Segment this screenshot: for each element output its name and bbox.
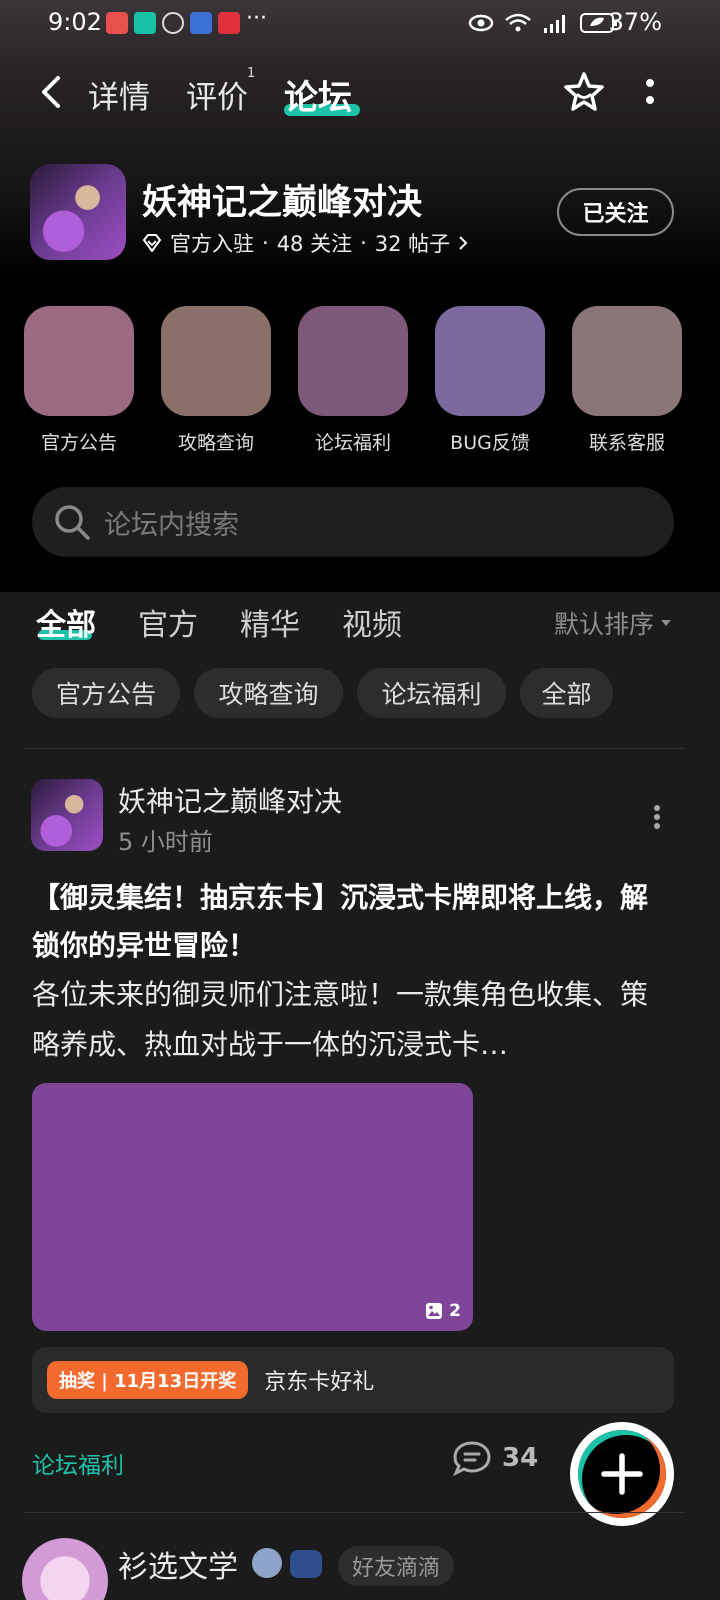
next-post-tag: 好友滴滴 — [338, 1546, 455, 1586]
shortcut-announcements[interactable]: 官方公告 — [24, 306, 134, 455]
filter-tab-official[interactable]: 官方 — [138, 600, 198, 644]
create-post-button[interactable] — [570, 1422, 674, 1526]
lottery-tag: 抽奖 | 11月13日开奖 — [47, 1361, 249, 1399]
game-title: 妖神记之巅峰对决 — [142, 183, 423, 223]
next-post-author[interactable]: 衫选文学 — [118, 1542, 238, 1586]
image-icon — [426, 1303, 443, 1319]
shortcut-label: 官方公告 — [40, 432, 117, 454]
post-author[interactable]: 妖神记之巅峰对决 — [118, 780, 342, 820]
level-badge-icon — [252, 1548, 282, 1578]
favorite-star-icon[interactable] — [562, 70, 606, 114]
eye-icon — [468, 14, 494, 32]
diamond-icon — [142, 234, 162, 252]
caret-down-icon — [661, 620, 672, 626]
sort-dropdown[interactable]: 默认排序 — [554, 605, 672, 641]
lottery-prize: 京东卡好礼 — [264, 1370, 375, 1395]
shortcut-tile — [24, 306, 134, 416]
author-avatar[interactable] — [31, 779, 103, 851]
notification-icons — [106, 12, 240, 34]
follow-button[interactable]: 已关注 — [557, 188, 674, 236]
comment-icon — [453, 1441, 491, 1476]
shortcut-benefits[interactable]: 论坛福利 — [298, 306, 408, 455]
posts-count: 32 帖子 — [374, 232, 451, 256]
reviews-count-badge: 1 — [247, 66, 256, 81]
wifi-icon — [505, 13, 531, 32]
shortcut-guides[interactable]: 攻略查询 — [161, 306, 271, 455]
comments-count: 34 — [502, 1443, 539, 1473]
next-author-avatar[interactable] — [22, 1538, 108, 1600]
back-arrow-icon[interactable] — [36, 74, 68, 110]
red-app-icon — [218, 12, 240, 34]
shortcut-tile — [435, 306, 545, 416]
shortcut-customer-service[interactable]: 联系客服 — [572, 306, 682, 455]
shortcut-tile — [161, 306, 271, 416]
chip-all[interactable]: 全部 — [520, 668, 613, 718]
sort-label: 默认排序 — [554, 610, 655, 639]
more-notifications-icon: ··· — [246, 6, 267, 31]
lottery-card[interactable]: 抽奖 | 11月13日开奖 京东卡好礼 — [32, 1347, 674, 1413]
meta-separator: · — [360, 231, 367, 255]
more-options-icon[interactable] — [644, 78, 656, 108]
image-count-value: 2 — [449, 1301, 461, 1321]
post-category-tag[interactable]: 论坛福利 — [32, 1446, 124, 1480]
shortcut-label: 论坛福利 — [314, 432, 391, 454]
fab-inner — [578, 1430, 666, 1518]
shortcut-tile — [298, 306, 408, 416]
post-image[interactable]: 2 — [32, 1083, 473, 1331]
game-meta[interactable]: 官方入驻 · 48 关注 · 32 帖子 — [142, 228, 468, 258]
chip-benefits[interactable]: 论坛福利 — [357, 668, 506, 718]
post-time: 5 小时前 — [118, 828, 213, 856]
taptap-icon — [134, 12, 156, 34]
plus-icon — [601, 1453, 643, 1495]
post-divider — [24, 1512, 684, 1513]
search-placeholder: 论坛内搜索 — [104, 509, 239, 541]
filter-tab-all[interactable]: 全部 — [36, 600, 96, 644]
chevron-right-icon — [459, 236, 468, 250]
search-icon — [55, 505, 90, 540]
chip-announcements[interactable]: 官方公告 — [32, 668, 180, 718]
tab-forum[interactable]: 论坛 — [284, 70, 352, 119]
official-label: 官方入驻 — [170, 232, 254, 256]
shortcut-label: 攻略查询 — [177, 432, 254, 454]
signal-icon — [544, 15, 565, 33]
post-title[interactable]: 【御灵集结！抽京东卡】沉浸式卡牌即将上线，解锁你的异世冒险！ — [32, 874, 652, 970]
post-body[interactable]: 各位未来的御灵师们注意啦！一款集角色收集、策略养成、热血对战于一体的沉浸式卡… — [32, 970, 672, 1070]
filter-tab-video[interactable]: 视频 — [342, 600, 402, 644]
filter-tab-featured[interactable]: 精华 — [240, 600, 300, 644]
image-count: 2 — [425, 1301, 461, 1321]
status-time: 9:02 — [48, 8, 102, 36]
status-bar: 9:02 ··· 37% — [0, 0, 720, 48]
followers-count: 48 关注 — [276, 232, 353, 256]
tab-details[interactable]: 详情 — [88, 72, 150, 117]
tab-reviews[interactable]: 评价 — [186, 72, 248, 117]
meta-separator: · — [262, 231, 269, 255]
comments-button[interactable]: 34 — [452, 1440, 538, 1476]
game-icon[interactable] — [30, 164, 126, 260]
tieba-icon — [190, 12, 212, 34]
shortcut-label: 联系客服 — [588, 432, 665, 454]
shopping-app-icon — [106, 12, 128, 34]
system-status-icons — [468, 12, 618, 34]
wechat-icon — [162, 12, 184, 34]
forum-search-input[interactable]: 论坛内搜索 — [32, 487, 674, 557]
shortcut-label: BUG反馈 — [450, 432, 530, 454]
post-more-icon[interactable] — [652, 804, 662, 830]
chip-guides[interactable]: 攻略查询 — [194, 668, 343, 718]
section-divider — [24, 748, 684, 749]
battery-percentage: 37% — [608, 8, 662, 36]
shortcut-bug-report[interactable]: BUG反馈 — [435, 306, 545, 455]
honor-badge-icon — [290, 1550, 322, 1578]
shortcut-tile — [572, 306, 682, 416]
